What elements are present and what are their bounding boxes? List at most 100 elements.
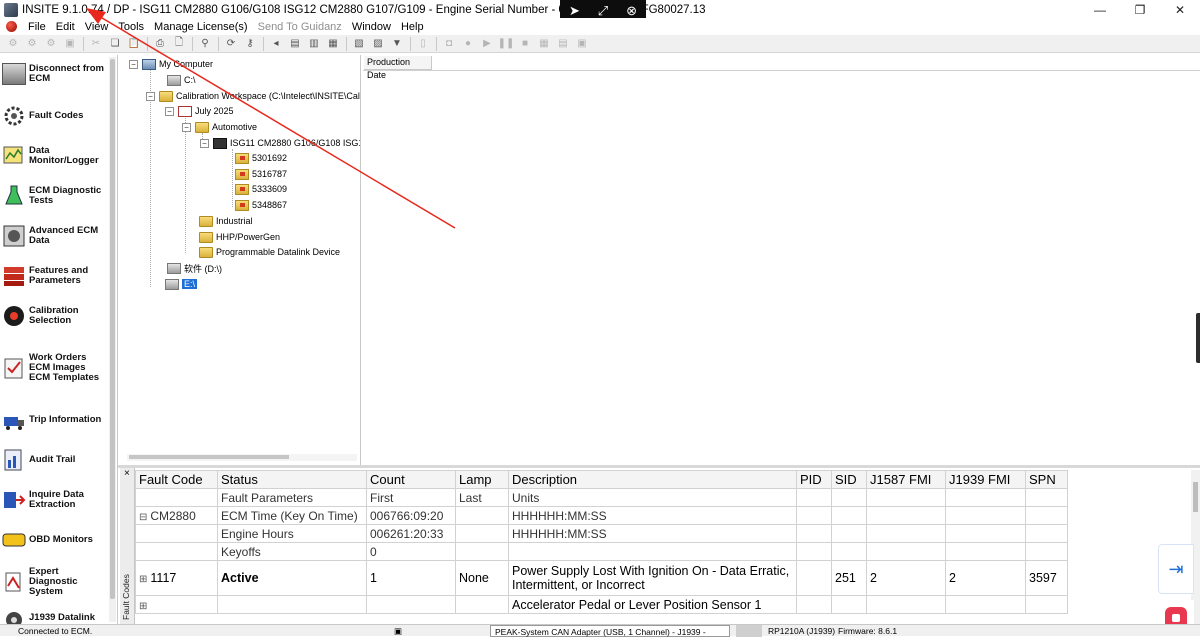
header-pid[interactable]: PID [796, 470, 832, 489]
expand-toggle[interactable]: ⊞ [139, 574, 147, 585]
play-icon[interactable]: ▶ [480, 37, 494, 51]
collapse-toggle[interactable]: − [146, 91, 155, 101]
disconnect-tb-icon[interactable]: ⚙ [25, 37, 39, 51]
ecm-image-icon[interactable]: ▥ [307, 37, 321, 51]
header-fault-code[interactable]: Fault Code [135, 470, 218, 489]
collapse-toggle[interactable]: ⊟ [139, 512, 147, 523]
tree-engine[interactable]: − ISG11 CM2880 G106/G108 ISG12 [200, 136, 360, 150]
nav-inquire-data-extraction[interactable]: Inquire Data Extraction [2, 483, 114, 517]
menu-window[interactable]: Window [347, 21, 396, 33]
connect-icon[interactable]: ⚙ [6, 37, 20, 51]
collapse-toggle[interactable]: − [165, 106, 174, 116]
header-sid[interactable]: SID [831, 470, 867, 489]
tree-calibration-workspace[interactable]: − Calibration Workspace (C:\Intelect\INS… [146, 89, 360, 103]
tree-month[interactable]: − July 2025 [165, 104, 234, 118]
fullscreen-icon[interactable]: ⤢ [598, 3, 608, 19]
export-icon[interactable]: ▧ [352, 37, 366, 51]
right-edge-tab[interactable] [1196, 313, 1200, 363]
table-row[interactable]: ⊟ CM2880 ECM Time (Key On Time) 006766:09… [135, 506, 1068, 525]
filter-icon[interactable]: ▼ [390, 37, 404, 51]
nav-fault-codes[interactable]: Fault Codes [2, 99, 114, 133]
app-menu-icon[interactable] [6, 21, 17, 32]
nav-data-monitor-logger[interactable]: Data Monitor/Logger [2, 139, 114, 173]
nav-expert-diagnostic-system[interactable]: Expert Diagnostic System [2, 561, 114, 603]
header-j1939-fmi[interactable]: J1939 FMI [945, 470, 1026, 489]
tree-calibration-file[interactable]: 5301692 [235, 151, 287, 165]
document-icon[interactable]: ▯ [416, 37, 430, 51]
report-icon[interactable]: ▨ [371, 37, 385, 51]
link-icon[interactable]: ⚙ [44, 37, 58, 51]
nav-audit-trail[interactable]: Audit Trail [2, 443, 114, 477]
record-icon[interactable]: ● [461, 37, 475, 51]
cursor-icon[interactable]: ➤ [569, 3, 580, 19]
menu-view[interactable]: View [80, 21, 114, 33]
maximize-button[interactable]: ❐ [1120, 0, 1160, 20]
nav-calibration-selection[interactable]: Calibration Selection [2, 299, 114, 333]
tree-drive-c[interactable]: C:\ [167, 73, 196, 87]
close-button[interactable]: ✕ [1160, 0, 1200, 20]
tree-drive-e[interactable]: E:\ [165, 277, 198, 291]
tree-calibration-file[interactable]: 5348867 [235, 198, 287, 212]
tree-industrial[interactable]: Industrial [199, 214, 253, 228]
menu-send-to-guidanz[interactable]: Send To Guidanz [253, 21, 347, 33]
back-icon[interactable]: ◂ [269, 37, 283, 51]
paste-icon[interactable]: 📋 [127, 37, 141, 51]
expand-toggle[interactable]: ⊞ [139, 601, 147, 612]
tree-drive-d[interactable]: 软件 (D:\) [167, 261, 222, 275]
header-status[interactable]: Status [217, 470, 367, 489]
fault-codes-tab-label[interactable]: Fault Codes [121, 572, 133, 620]
collapse-toggle[interactable]: − [182, 122, 191, 132]
close-session-icon[interactable]: ⊗ [626, 3, 637, 19]
tree-my-computer[interactable]: − My Computer [129, 57, 213, 71]
tree-hhp-powergen[interactable]: HHP/PowerGen [199, 230, 280, 244]
chart-icon[interactable]: ▤ [556, 37, 570, 51]
nav-features-and-parameters[interactable]: Features and Parameters [2, 259, 114, 293]
side-panel-toggle[interactable]: ⇥ [1158, 544, 1194, 594]
tree-programmable-datalink[interactable]: Programmable Datalink Device [199, 245, 340, 259]
collapse-toggle[interactable]: − [200, 138, 209, 148]
tree-calibration-file[interactable]: 5333609 [235, 182, 287, 196]
grid-icon[interactable]: ▦ [537, 37, 551, 51]
menu-edit[interactable]: Edit [51, 21, 80, 33]
snapshot-icon[interactable]: ▣ [575, 37, 589, 51]
camera-icon[interactable]: ◘ [442, 37, 456, 51]
header-spn[interactable]: SPN [1025, 470, 1068, 489]
header-description[interactable]: Description [508, 470, 797, 489]
nav-trip-information[interactable]: Trip Information [2, 403, 114, 437]
close-panel-icon[interactable]: × [124, 468, 130, 479]
adapter-select[interactable]: PEAK-System CAN Adapter (USB, 1 Channel)… [490, 625, 730, 637]
menu-file[interactable]: File [23, 21, 51, 33]
copy-icon[interactable]: ❏ [108, 37, 122, 51]
nav-disconnect-from-ecm[interactable]: Disconnect from ECM [2, 57, 114, 91]
tree-automotive[interactable]: − Automotive [182, 120, 257, 134]
table-row[interactable]: ⊞ Accelerator Pedal or Lever Position Se… [135, 595, 1068, 614]
image-icon[interactable]: ▣ [63, 37, 77, 51]
header-lamp[interactable]: Lamp [455, 470, 509, 489]
tree-horizontal-scrollbar[interactable] [127, 454, 357, 461]
nav-advanced-ecm-data[interactable]: Advanced ECM Data [2, 219, 114, 253]
print-icon[interactable]: ⎙ [153, 37, 167, 51]
save-ecm-icon[interactable]: ▤ [288, 37, 302, 51]
column-header-production-date[interactable]: Production Date [364, 56, 432, 80]
print-preview-icon[interactable]: 🗋 [172, 37, 186, 51]
minimize-button[interactable]: — [1080, 0, 1120, 20]
table-row[interactable]: ⊞ 1117 Active 1 None Power Supply Lost Wi… [135, 560, 1068, 596]
refresh-icon[interactable]: ⟳ [224, 37, 238, 51]
menu-manage-licenses[interactable]: Manage License(s) [149, 21, 253, 33]
nav-j1939-datalink[interactable]: J1939 Datalink [2, 601, 114, 626]
nav-scrollbar[interactable] [109, 57, 116, 622]
header-j1587-fmi[interactable]: J1587 FMI [866, 470, 946, 489]
stop-icon[interactable]: ■ [518, 37, 532, 51]
fault-scroll-thumb[interactable] [1193, 482, 1198, 512]
tree-scroll-thumb[interactable] [129, 455, 289, 459]
tree-calibration-file[interactable]: 5316787 [235, 167, 287, 181]
collapse-toggle[interactable]: − [129, 59, 138, 69]
key-icon[interactable]: ⚷ [243, 37, 257, 51]
pause-icon[interactable]: ❚❚ [498, 37, 515, 51]
table-row[interactable]: Engine Hours 006261:20:33 HHHHHH:MM:SS [135, 524, 1068, 543]
binoculars-icon[interactable]: ⚲ [198, 37, 212, 51]
menu-help[interactable]: Help [396, 21, 429, 33]
nav-work-orders[interactable]: Work Orders ECM Images ECM Templates [2, 347, 114, 389]
calc-icon[interactable]: ▦ [326, 37, 340, 51]
cut-icon[interactable]: ✂ [89, 37, 103, 51]
